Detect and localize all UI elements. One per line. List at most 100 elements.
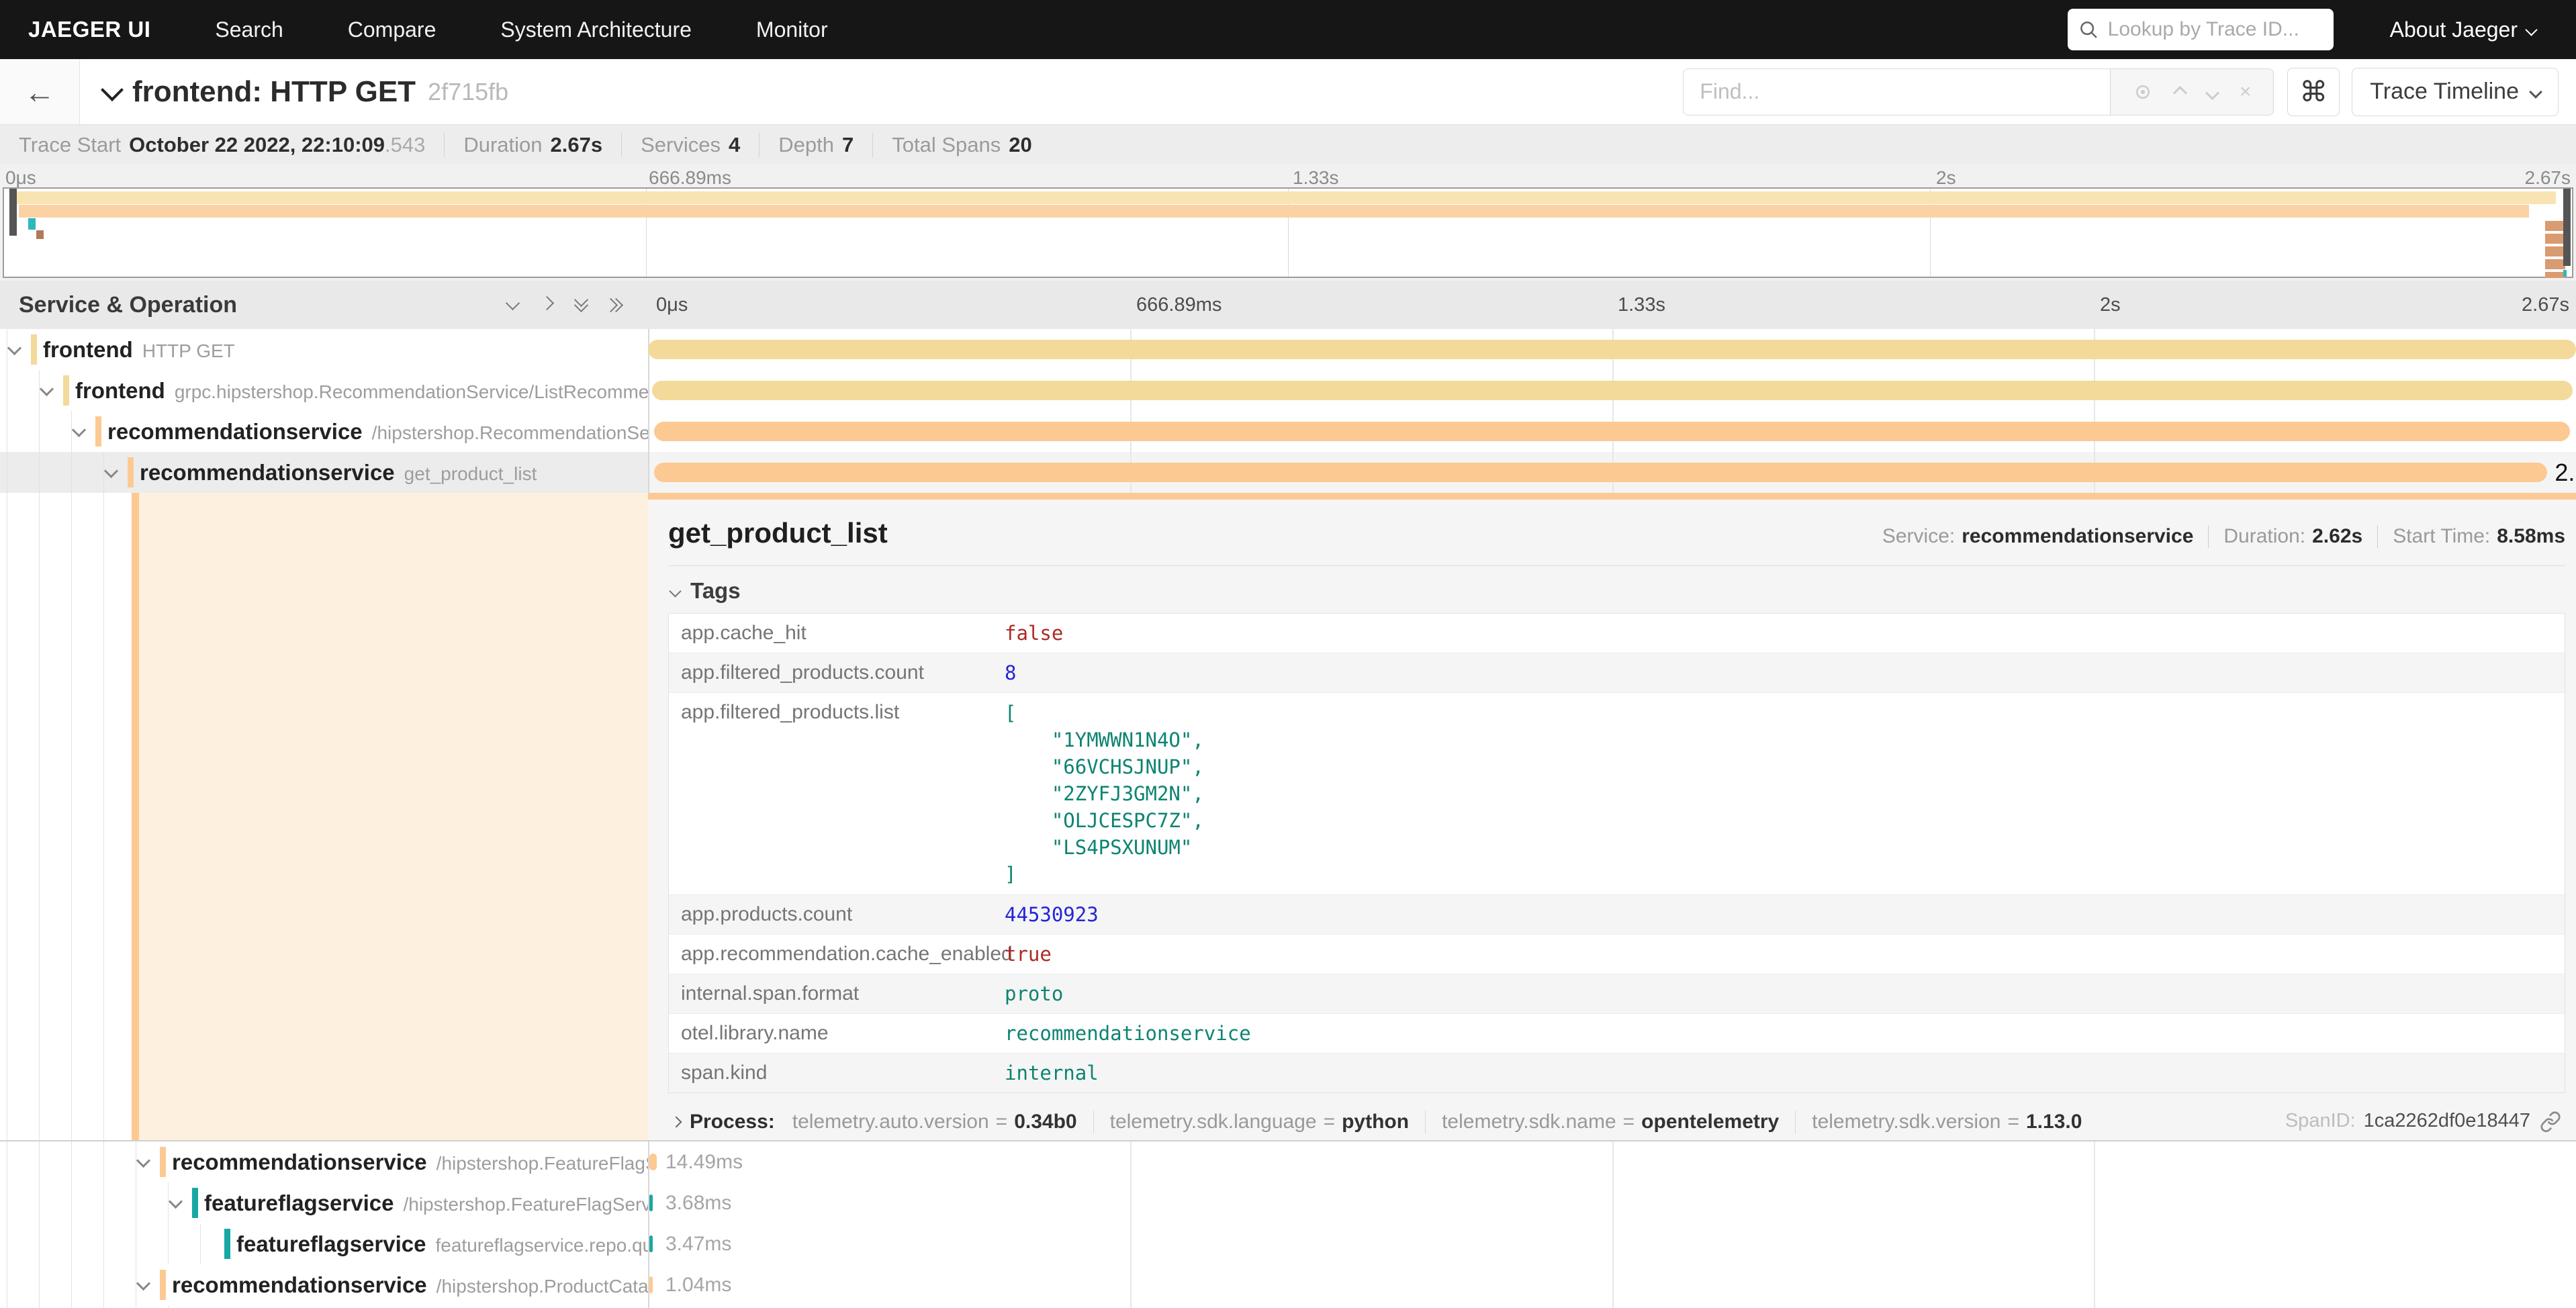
process-key: telemetry.sdk.version xyxy=(1812,1111,2000,1133)
duration-label: Duration xyxy=(463,133,542,157)
nav-item-monitor[interactable]: Monitor xyxy=(756,17,828,42)
chevron-down-icon[interactable] xyxy=(138,1156,148,1169)
span-row-selected[interactable]: recommendationserviceget_product_list 2.… xyxy=(0,452,2576,493)
span-detail-row: get_product_list Service:recommendations… xyxy=(0,493,2576,1141)
find-clear-button[interactable]: × xyxy=(2240,82,2252,102)
chevron-down-icon[interactable] xyxy=(106,466,116,479)
span-operation: /hipstershop.RecommendationService/Lis..… xyxy=(372,422,648,443)
command-icon: ⌘ xyxy=(2299,75,2328,108)
span-service: recommendationservice xyxy=(172,1272,427,1297)
chevron-down-icon[interactable] xyxy=(138,1278,148,1292)
minimap-canvas[interactable] xyxy=(3,187,2573,278)
tag-row[interactable]: span.kind internal xyxy=(669,1054,2565,1092)
expand-all-icon[interactable] xyxy=(610,300,621,310)
minimap-tick: 1.33s xyxy=(1293,167,1339,189)
keyboard-shortcuts-button[interactable]: ⌘ xyxy=(2287,68,2340,116)
tag-row[interactable]: internal.span.format proto xyxy=(669,974,2565,1014)
find-box[interactable] xyxy=(1683,68,2111,115)
process-label: Process: xyxy=(690,1111,775,1133)
tags-table: app.cache_hit false app.filtered_product… xyxy=(668,613,2565,1093)
chevron-right-icon xyxy=(671,1117,682,1128)
tags-section-toggle[interactable]: Tags xyxy=(671,578,2565,604)
minimap-span-right xyxy=(2545,259,2565,269)
minimap-span-right xyxy=(2545,246,2565,256)
duration-value: 2.67s xyxy=(551,133,603,157)
find-prev-button[interactable] xyxy=(2175,82,2185,102)
service-color-bar xyxy=(128,457,134,487)
tag-row[interactable]: otel.library.name recommendationservice xyxy=(669,1014,2565,1054)
back-button[interactable]: ← xyxy=(0,59,80,124)
span-bar[interactable] xyxy=(652,381,2573,400)
tag-row[interactable]: app.filtered_products.list [ "1YMWWN1N4O… xyxy=(669,693,2565,895)
trace-view-selector[interactable]: Trace Timeline xyxy=(2352,68,2559,116)
minimap-span-right xyxy=(2545,221,2565,231)
nav-item-compare[interactable]: Compare xyxy=(348,17,436,42)
tag-key: span.kind xyxy=(669,1062,1005,1084)
brand-jaeger-ui[interactable]: JAEGER UI xyxy=(28,17,150,42)
expand-one-icon[interactable] xyxy=(542,298,552,312)
trace-title: frontend: HTTP GET xyxy=(132,75,416,109)
minimap-right-scrubber[interactable] xyxy=(2563,189,2571,266)
span-row[interactable]: recommendationservice/hipstershop.Featur… xyxy=(0,1141,2576,1182)
minimap-tick: 2s xyxy=(1936,167,1956,189)
nav-item-system-architecture[interactable]: System Architecture xyxy=(500,17,692,42)
process-section-toggle[interactable]: Process: telemetry.auto.version=0.34b0 t… xyxy=(668,1111,2565,1133)
span-row[interactable]: featureflagservicefeatureflagservice.rep… xyxy=(0,1223,2576,1264)
trace-timeline-view: Service & Operation 0μs 666.89ms 1.33s 2… xyxy=(0,281,2576,1308)
chevron-down-icon xyxy=(2529,85,2542,99)
tag-row[interactable]: app.cache_hit false xyxy=(669,614,2565,653)
span-service-operation: recommendationserviceget_product_list xyxy=(140,460,537,485)
trace-minimap[interactable]: 0μs 666.89ms 1.33s 2s 2.67s xyxy=(0,165,2576,281)
span-service-operation: frontendHTTP GET xyxy=(43,337,235,363)
chevron-down-icon[interactable] xyxy=(74,425,84,438)
chevron-down-icon[interactable] xyxy=(171,1197,181,1210)
trace-summary-bar: Trace Start October 22 2022, 22:10:09 .5… xyxy=(0,125,2576,165)
trace-start-ms: .543 xyxy=(385,133,425,157)
tag-row[interactable]: app.filtered_products.count 8 xyxy=(669,653,2565,693)
trace-start: Trace Start October 22 2022, 22:10:09 .5… xyxy=(19,133,425,157)
tag-value: 44530923 xyxy=(1005,896,1099,933)
span-service-operation: recommendationservice/hipstershop.Featur… xyxy=(172,1150,648,1175)
find-input[interactable] xyxy=(1698,79,2095,105)
chevron-down-icon[interactable] xyxy=(9,343,19,357)
focus-target-icon[interactable] xyxy=(2133,82,2153,102)
span-row-partial[interactable] xyxy=(0,1305,2576,1308)
span-detail-panel: get_product_list Service:recommendations… xyxy=(648,493,2576,1140)
deep-link-icon[interactable] xyxy=(2540,1111,2561,1132)
span-operation-title: get_product_list xyxy=(668,517,888,549)
collapse-trace-title-button[interactable] xyxy=(104,82,120,101)
minimap-span-right xyxy=(2545,272,2565,278)
collapse-deep-icon[interactable] xyxy=(576,299,586,310)
search-icon xyxy=(2078,19,2099,40)
chevron-down-icon[interactable] xyxy=(42,384,52,398)
span-bar[interactable] xyxy=(654,463,2547,482)
span-row[interactable]: frontendHTTP GET xyxy=(0,329,2576,370)
span-row[interactable]: recommendationservice/hipstershop.Produc… xyxy=(0,1264,2576,1305)
span-row[interactable]: featureflagservice/hipstershop.FeatureFl… xyxy=(0,1182,2576,1223)
collapse-all-icon[interactable] xyxy=(508,298,518,312)
span-mini-bar xyxy=(649,1235,653,1252)
process-key: telemetry.auto.version xyxy=(792,1111,989,1133)
minimap-tick: 666.89ms xyxy=(649,167,731,189)
trace-id-lookup-input[interactable] xyxy=(2107,17,2323,42)
span-bar[interactable] xyxy=(654,422,2571,441)
trace-view-selector-label: Trace Timeline xyxy=(2370,79,2519,105)
back-arrow-icon: ← xyxy=(24,77,55,107)
about-jaeger-menu[interactable]: About Jaeger xyxy=(2390,17,2536,42)
process-key: telemetry.sdk.name xyxy=(1442,1111,1616,1133)
total-spans-label: Total Spans xyxy=(892,133,1001,157)
nav-item-search[interactable]: Search xyxy=(215,17,283,42)
span-row[interactable]: frontendgrpc.hipstershop.RecommendationS… xyxy=(0,370,2576,411)
span-bar[interactable] xyxy=(648,340,2576,359)
tag-row[interactable]: app.products.count 44530923 xyxy=(669,895,2565,935)
service-color-bar xyxy=(192,1188,198,1218)
minimap-left-scrubber[interactable] xyxy=(9,189,17,236)
span-row[interactable]: recommendationservice/hipstershop.Recomm… xyxy=(0,411,2576,452)
timeline-tick: 2.67s xyxy=(2522,294,2569,316)
tag-row[interactable]: app.recommendation.cache_enabled true xyxy=(669,935,2565,974)
trace-id-lookup[interactable] xyxy=(2068,9,2334,50)
span-detail-header: get_product_list Service:recommendations… xyxy=(668,517,2565,549)
find-next-button[interactable] xyxy=(2207,82,2217,102)
span-service: frontend xyxy=(75,378,165,403)
trace-header: ← frontend: HTTP GET 2f715fb × ⌘ Trace T… xyxy=(0,59,2576,125)
